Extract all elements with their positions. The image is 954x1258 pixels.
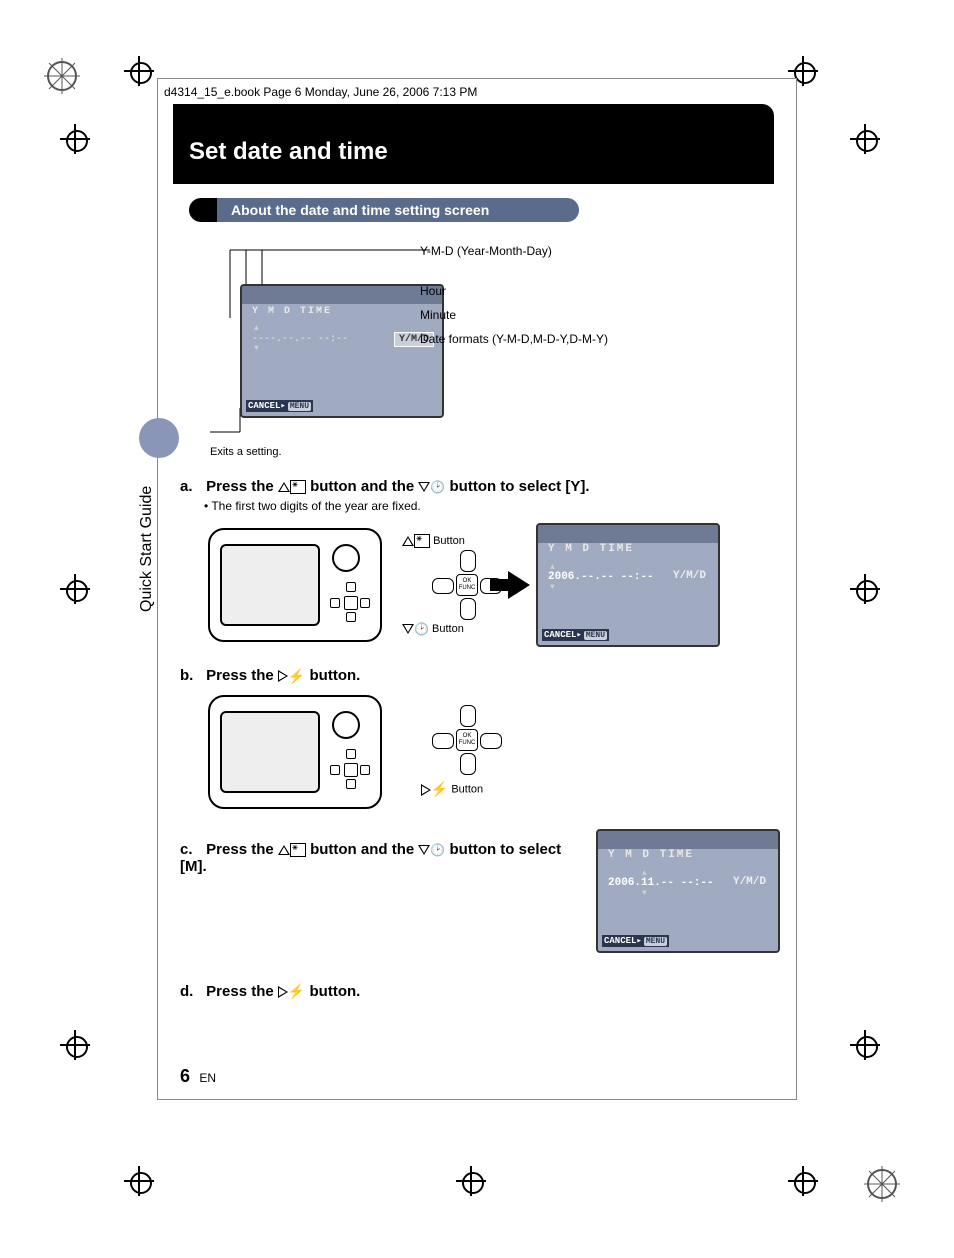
step-c-mid: button and the: [310, 841, 418, 858]
step-d-post: button.: [310, 983, 361, 1000]
caret-down-icon: ▼: [550, 583, 555, 592]
flash-icon: ⚡: [431, 781, 448, 798]
lcd-cancel-hint: CANCEL▸MENU: [246, 400, 313, 412]
callout-minute: Minute: [420, 308, 608, 322]
page-footer: 6 EN: [180, 1066, 216, 1087]
exposure-icon: [414, 534, 430, 548]
dpad-up-button-label: Button: [433, 535, 465, 547]
register-gear-bottom-right: [864, 1166, 900, 1202]
caret-down-icon: ▼: [254, 344, 259, 353]
flash-icon: ⚡: [288, 668, 305, 685]
lcd-after-step-a: Y M D TIME ▲ 2006.--.-- --:-- ▼ Y/M/D CA…: [536, 523, 720, 647]
crop-mark-bottom-1: [124, 1166, 154, 1196]
caret-up-icon: ▲: [254, 324, 259, 333]
dpad-right-button-label: Button: [451, 783, 483, 795]
step-a-mid: button and the: [310, 478, 418, 495]
up-triangle-icon: [402, 536, 414, 546]
lcd-c-header: Y M D TIME: [608, 849, 694, 861]
exits-setting-label: Exits a setting.: [210, 446, 780, 458]
crop-mark-right-2: [850, 574, 880, 604]
lcd-a-value: 2006.--.-- --:--: [548, 571, 654, 583]
right-triangle-icon: [421, 784, 431, 796]
lcd-after-step-c: Y M D TIME ▲ 2006.11.-- --:-- ▼ Y/M/D CA…: [596, 829, 780, 953]
lcd-a-header: Y M D TIME: [548, 543, 634, 555]
self-timer-icon: 🕑: [430, 843, 445, 857]
step-d-pre: Press the: [206, 983, 278, 1000]
step-c-prefix: c.: [180, 841, 202, 858]
down-triangle-icon: [418, 845, 430, 855]
lcd-c-cancel: CANCEL▸MENU: [602, 935, 669, 947]
crop-mark-top-1: [124, 56, 154, 86]
right-triangle-icon: [278, 986, 288, 998]
callout-ymd: Y-M-D (Year-Month-Day): [420, 244, 608, 258]
arrow-right-icon: [508, 571, 530, 599]
crop-mark-right-1: [850, 124, 880, 154]
exposure-icon: [290, 480, 306, 494]
step-a-pre: Press the: [206, 478, 278, 495]
book-header: d4314_15_e.book Page 6 Monday, June 26, …: [164, 85, 477, 99]
crop-mark-left-1: [60, 124, 90, 154]
caret-down-icon: ▼: [642, 889, 647, 898]
crop-mark-right-3: [850, 1030, 880, 1060]
camera-back-illustration: [208, 695, 382, 809]
step-a-prefix: a.: [180, 478, 202, 495]
lcd-cancel-text: CANCEL: [248, 401, 280, 411]
lcd-value-row: ----.--.-- --:--: [252, 334, 348, 345]
crop-mark-bottom-3: [788, 1166, 818, 1196]
exposure-icon: [290, 843, 306, 857]
up-triangle-icon: [278, 482, 290, 492]
page-lang: EN: [199, 1071, 216, 1085]
lcd-menu-badge: MENU: [288, 402, 311, 411]
up-triangle-icon: [278, 845, 290, 855]
step-a: a. Press the button and the 🕑 button to …: [180, 478, 780, 495]
step-a-note: • The first two digits of the year are f…: [204, 499, 780, 513]
lcd-a-format: Y/M/D: [669, 569, 710, 583]
crop-mark-left-2: [60, 574, 90, 604]
step-c-pre: Press the: [206, 841, 278, 858]
section-subtitle: About the date and time setting screen: [189, 198, 579, 222]
step-b: b. Press the ⚡ button.: [180, 667, 780, 685]
lcd-header-row: Y M D TIME: [252, 306, 332, 317]
crop-mark-top-2: [788, 56, 818, 86]
crop-mark-bottom-2: [456, 1166, 486, 1196]
dpad-down-button-label: Button: [432, 623, 464, 635]
page-number: 6: [180, 1066, 190, 1086]
step-d-prefix: d.: [180, 983, 202, 1000]
right-triangle-icon: [278, 670, 288, 682]
camera-back-illustration: [208, 528, 382, 642]
step-a-post: button to select [Y].: [450, 478, 590, 495]
callout-hour: Hour: [420, 284, 608, 298]
page-title: Set date and time: [173, 104, 774, 184]
step-b-pre: Press the: [206, 667, 278, 684]
callout-formats: Date formats (Y-M-D,M-D-Y,D-M-Y): [420, 332, 608, 346]
side-thumb-tab: [139, 418, 179, 458]
step-d: d. Press the ⚡ button.: [180, 983, 780, 1001]
crop-mark-left-3: [60, 1030, 90, 1060]
self-timer-icon: 🕑: [430, 480, 445, 494]
lcd-datetime-screen: Y M D TIME ▲ ----.--.-- --:-- ▼ Y/M/D CA…: [240, 284, 444, 418]
lcd-c-value: 2006.11.-- --:--: [608, 877, 714, 889]
down-triangle-icon: [402, 624, 414, 634]
register-gear-top-left: [44, 58, 80, 94]
step-b-prefix: b.: [180, 667, 202, 684]
lcd-a-cancel: CANCEL▸MENU: [542, 629, 609, 641]
step-c: c. Press the button and the 🕑 button to …: [180, 841, 584, 875]
step-b-post: button.: [310, 667, 361, 684]
down-triangle-icon: [418, 482, 430, 492]
dpad-illustration: OKFUNC: [432, 705, 502, 775]
dpad-center-label: OKFUNC: [456, 729, 478, 751]
dpad-center-label: OKFUNC: [456, 574, 478, 596]
lcd-c-format: Y/M/D: [729, 875, 770, 889]
self-timer-icon: 🕑: [414, 622, 429, 636]
flash-icon: ⚡: [288, 983, 305, 1000]
sidebar-label: Quick Start Guide: [138, 486, 156, 612]
